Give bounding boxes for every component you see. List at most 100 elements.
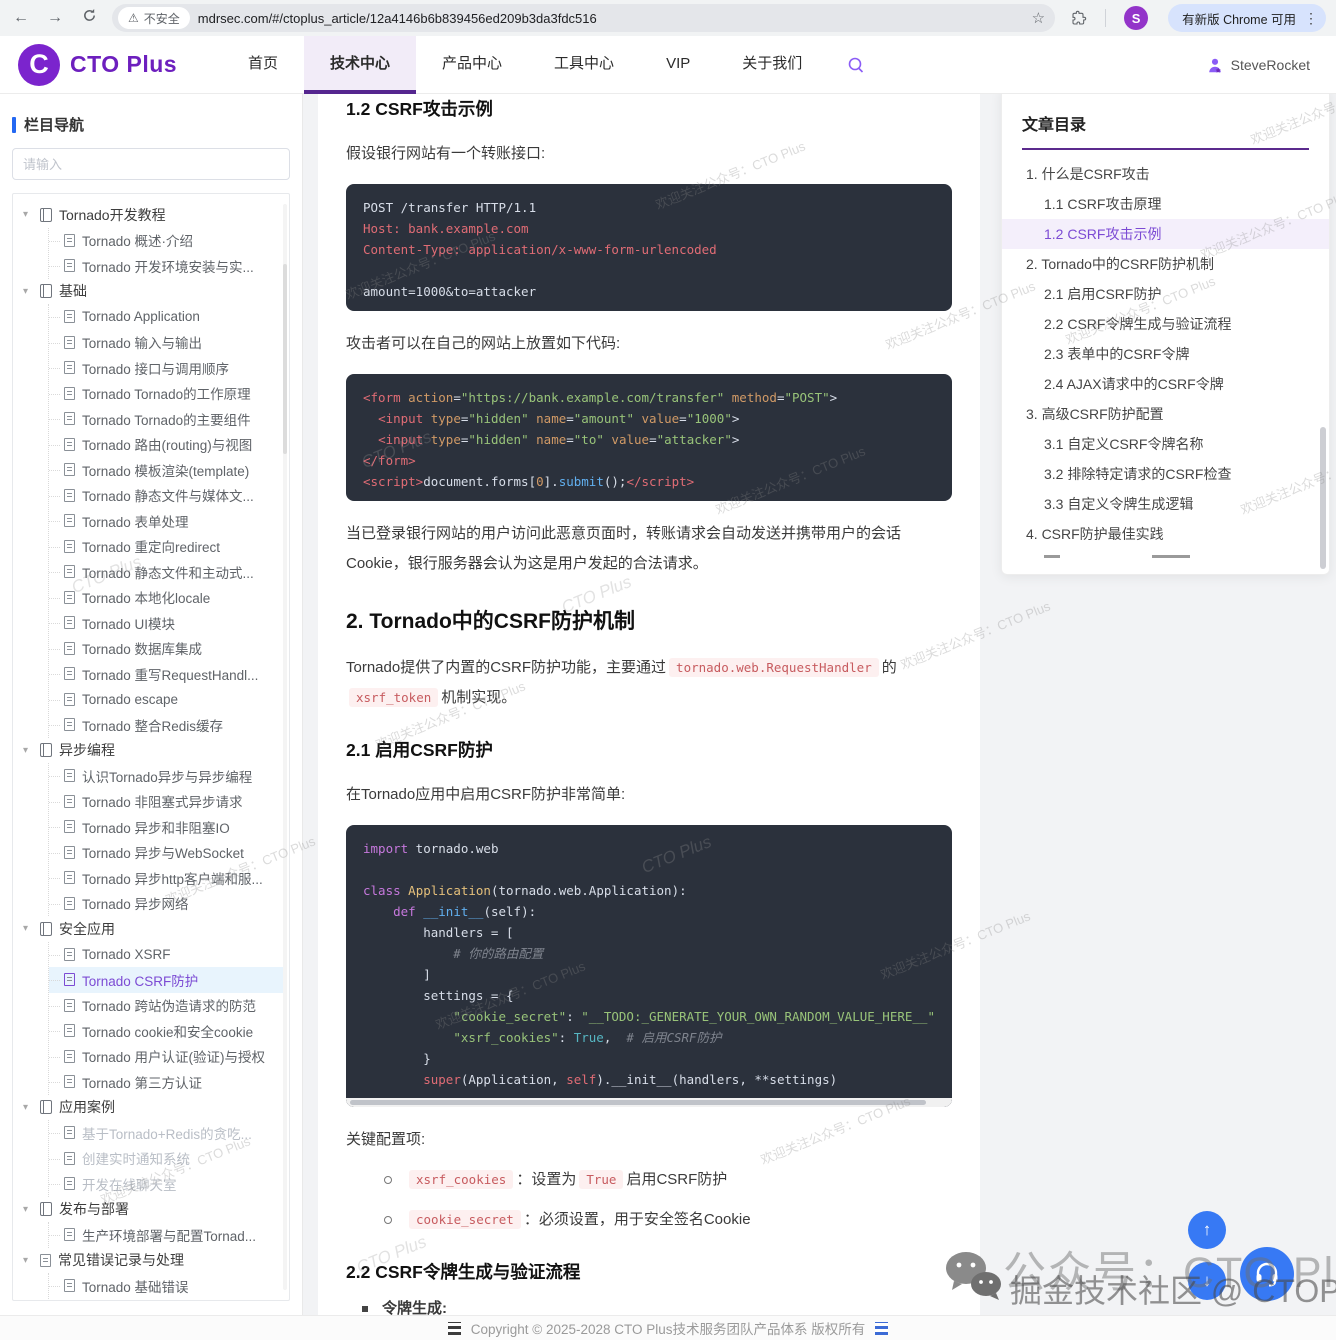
tree-group[interactable]: ▾安全应用 — [19, 916, 283, 942]
horizontal-scrollbar[interactable] — [346, 1098, 952, 1107]
nav-item[interactable]: 产品中心 — [416, 36, 528, 94]
tree-group[interactable]: ▾基础 — [19, 279, 283, 305]
toc-item[interactable]: 2.3 表单中的CSRF令牌 — [1002, 339, 1329, 369]
header-search[interactable] — [846, 55, 866, 75]
extensions-icon[interactable] — [1071, 10, 1087, 26]
tree-item[interactable]: Tornado Tornado的主要组件 — [49, 406, 283, 432]
sidebar-scrollbar-thumb[interactable] — [283, 264, 287, 454]
toc-item[interactable]: 2. Tornado中的CSRF防护机制 — [1002, 249, 1329, 279]
url-text[interactable]: mdrsec.com/#/ctoplus_article/12a4146b6b8… — [198, 11, 1018, 26]
tree-group[interactable]: ▾常见错误记录与处理 — [19, 1248, 283, 1274]
profile-avatar[interactable]: S — [1124, 6, 1148, 30]
tree-children: Tornado 概述·介绍Tornado 开发环境安装与实... — [48, 228, 283, 279]
tree-item[interactable]: Tornado 异步网络 — [49, 891, 283, 917]
tree-item[interactable]: Tornado Application — [49, 304, 283, 330]
tree-item[interactable]: Tornado 用户认证(验证)与授权 — [49, 1044, 283, 1070]
tree-item[interactable]: 开发在线聊天室 — [49, 1171, 283, 1197]
page-icon — [64, 999, 75, 1012]
code-token: import — [363, 841, 408, 856]
tree-item[interactable]: Tornado 跨站伪造请求的防范 — [49, 993, 283, 1019]
back-icon[interactable]: ← — [10, 9, 32, 27]
tree-group[interactable]: ▾异步编程 — [19, 738, 283, 764]
scroll-top-button[interactable]: ↑ — [1188, 1211, 1226, 1249]
tree-item[interactable]: Tornado 异步http客户端和服... — [49, 865, 283, 891]
customer-service-button[interactable] — [1240, 1247, 1294, 1301]
toc-title: 文章目录 — [1022, 111, 1309, 150]
main-nav: 首页技术中心产品中心工具中心VIP关于我们 — [222, 36, 828, 94]
tree-group[interactable]: ▾发布与部署 — [19, 1197, 283, 1223]
nav-item[interactable]: VIP — [640, 36, 716, 94]
bullet-list: xsrf_cookies：设置为True启用CSRF防护cookie_secre… — [346, 1165, 952, 1235]
tree-item[interactable]: 生产环境部署与配置Tornad... — [49, 1222, 283, 1248]
tree-item[interactable]: Tornado 整合Redis缓存 — [49, 712, 283, 738]
toc-item[interactable]: 4. CSRF防护最佳实践 — [1002, 519, 1329, 549]
tree-item[interactable]: Tornado 非阻塞式异步请求 — [49, 789, 283, 815]
toc-item[interactable]: 3.3 自定义令牌生成逻辑 — [1002, 489, 1329, 519]
scroll-bottom-button[interactable]: ↓ — [1188, 1262, 1226, 1300]
nav-item[interactable]: 首页 — [222, 36, 304, 94]
tree-item[interactable]: 认识Tornado异步与异步编程 — [49, 763, 283, 789]
chrome-update-button[interactable]: 有新版 Chrome 可用⋮ — [1168, 4, 1326, 32]
tree-item[interactable]: Tornado 概述·介绍 — [49, 228, 283, 254]
tree-item[interactable]: Tornado 重写RequestHandl... — [49, 661, 283, 687]
security-badge[interactable]: ⚠不安全 — [118, 7, 190, 29]
page-icon — [64, 1279, 75, 1292]
tree-item[interactable]: 基于Tornado+Redis的贪吃... — [49, 1120, 283, 1146]
tree-item[interactable]: 创建实时通知系统 — [49, 1146, 283, 1172]
reload-icon[interactable] — [78, 8, 100, 28]
address-bar[interactable]: ⚠不安全 mdrsec.com/#/ctoplus_article/12a414… — [112, 4, 1055, 32]
code-line: ] — [363, 964, 935, 985]
tree-item[interactable]: Tornado XSRF — [49, 942, 283, 968]
tree-group[interactable]: ▾Tornado开发教程 — [19, 202, 283, 228]
toc-item[interactable]: 3.2 排除特定请求的CSRF检查 — [1002, 459, 1329, 489]
wechat-icon[interactable] — [944, 1248, 1006, 1307]
toc-item[interactable]: 1.2 CSRF攻击示例 — [1002, 219, 1329, 249]
tree-item[interactable]: Tornado Tornado的工作原理 — [49, 381, 283, 407]
page-icon — [64, 769, 75, 782]
tree-item[interactable]: Tornado 异步与WebSocket — [49, 840, 283, 866]
tree-item[interactable]: Tornado 本地化locale — [49, 585, 283, 611]
sidebar-search-input[interactable] — [12, 148, 290, 180]
nav-item[interactable]: 技术中心 — [304, 36, 416, 94]
tree-item[interactable]: Tornado UI模块 — [49, 610, 283, 636]
tree-children: 认识Tornado异步与异步编程Tornado 非阻塞式异步请求Tornado … — [48, 763, 283, 916]
toc-item[interactable]: 2.1 启用CSRF防护 — [1002, 279, 1329, 309]
toc-item[interactable]: 2.4 AJAX请求中的CSRF令牌 — [1002, 369, 1329, 399]
tree-item-label: Tornado 重定向redirect — [82, 536, 220, 556]
toc-item[interactable]: 1.1 CSRF攻击原理 — [1002, 189, 1329, 219]
tree-item[interactable]: Tornado 开发环境安装与实... — [49, 253, 283, 279]
toc-item[interactable]: 2.2 CSRF令牌生成与验证流程 — [1002, 309, 1329, 339]
toc-item[interactable]: 3.1 自定义CSRF令牌名称 — [1002, 429, 1329, 459]
nav-item[interactable]: 关于我们 — [716, 36, 828, 94]
browser-menu-icon[interactable]: ⋮ — [1304, 10, 1318, 27]
nav-item[interactable]: 工具中心 — [528, 36, 640, 94]
scrollbar-thumb[interactable] — [350, 1100, 926, 1105]
tree-item[interactable]: Tornado 异步和非阻塞IO — [49, 814, 283, 840]
logo-text: CTO Plus — [70, 51, 177, 78]
tree-item[interactable]: Tornado 表单处理 — [49, 508, 283, 534]
tree-group[interactable]: ▾应用案例 — [19, 1095, 283, 1121]
tree-item[interactable]: Tornado 基础错误 — [49, 1273, 283, 1299]
forward-icon[interactable]: → — [44, 9, 66, 27]
code-token: class — [363, 883, 401, 898]
toc-item[interactable]: 1. 什么是CSRF攻击 — [1002, 159, 1329, 189]
tree-item[interactable]: Tornado cookie和安全cookie — [49, 1018, 283, 1044]
tree-item[interactable]: Tornado 重定向redirect — [49, 534, 283, 560]
tree-item[interactable]: Tornado 模板渲染(template) — [49, 457, 283, 483]
page-icon — [64, 1152, 75, 1165]
tree-item[interactable]: Tornado 数据库集成 — [49, 636, 283, 662]
toc-scrollbar-thumb[interactable] — [1320, 427, 1326, 569]
tree-item[interactable]: Tornado 第三方认证 — [49, 1069, 283, 1095]
code-token: "xsrf_cookies" — [453, 1030, 558, 1045]
tree-item[interactable]: Tornado CSRF防护 — [49, 967, 283, 993]
toc-item[interactable]: 3. 高级CSRF防护配置 — [1002, 399, 1329, 429]
tree-item[interactable]: Tornado 路由(routing)与视图 — [49, 432, 283, 458]
user-menu[interactable]: SteveRocket — [1206, 56, 1336, 74]
bookmark-star-icon[interactable]: ☆ — [1026, 9, 1051, 27]
tree-item[interactable]: Tornado 接口与调用顺序 — [49, 355, 283, 381]
tree-item[interactable]: Tornado 静态文件和主动式... — [49, 559, 283, 585]
site-logo[interactable]: C CTO Plus — [0, 44, 222, 86]
tree-item[interactable]: Tornado escape — [49, 687, 283, 713]
tree-item[interactable]: Tornado 输入与输出 — [49, 330, 283, 356]
tree-item[interactable]: Tornado 静态文件与媒体文... — [49, 483, 283, 509]
